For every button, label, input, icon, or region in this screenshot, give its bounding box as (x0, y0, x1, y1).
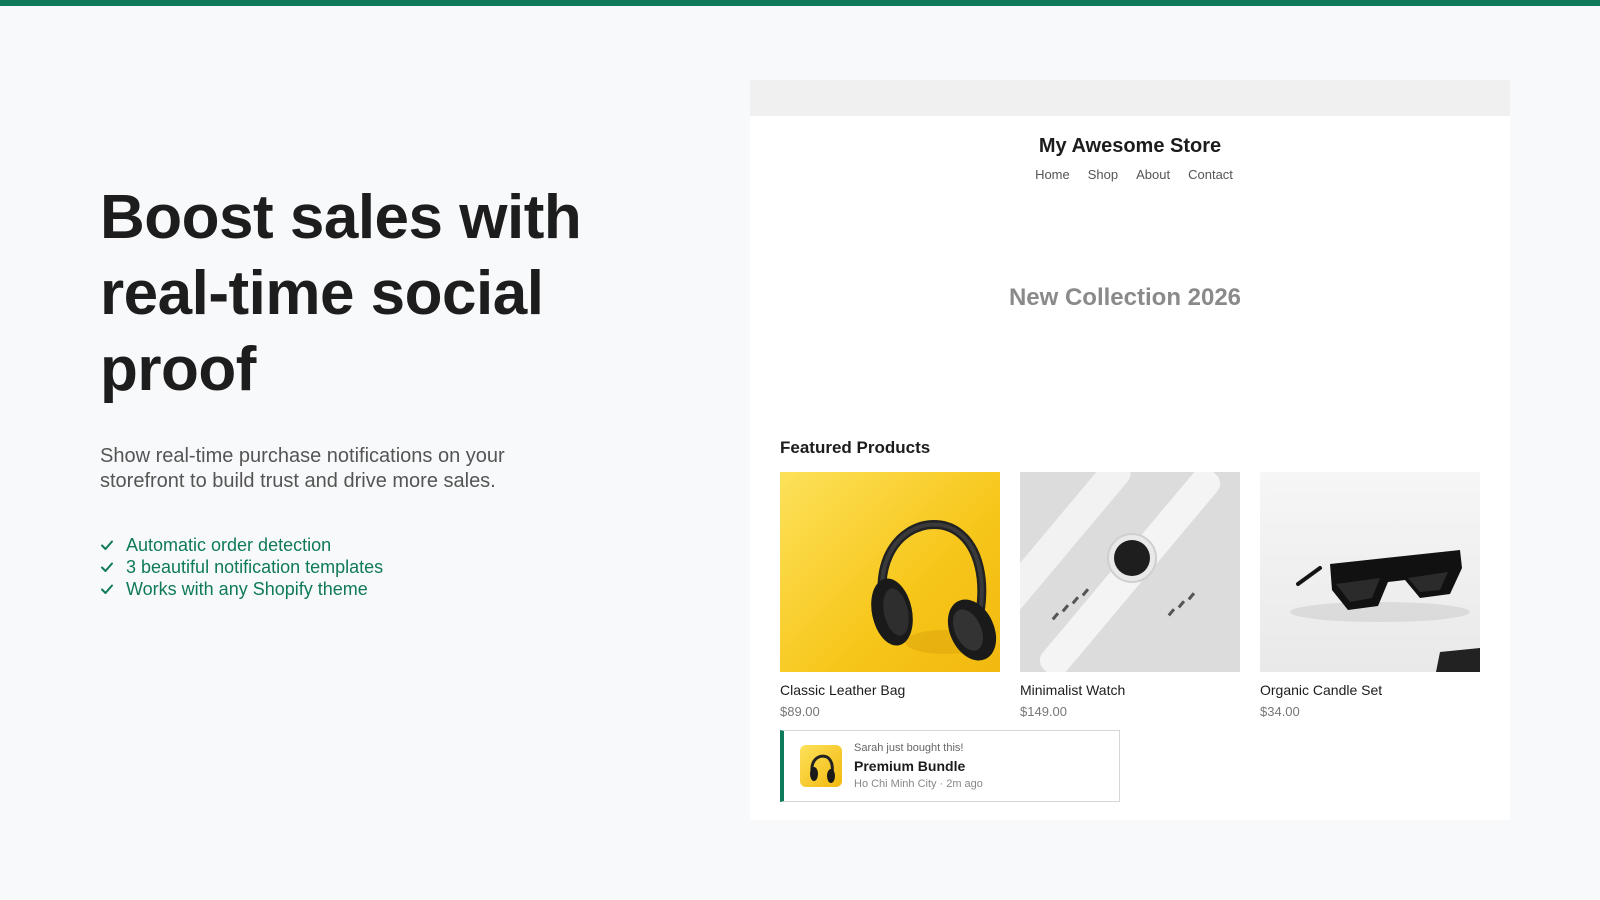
product-card[interactable]: Classic Leather Bag $89.00 (780, 472, 1000, 719)
product-price: $89.00 (780, 704, 820, 719)
feature-label: Automatic order detection (126, 535, 332, 555)
watch-image[interactable] (1020, 472, 1240, 672)
notification-separator: · (939, 778, 944, 790)
nav-link-shop[interactable]: Shop (1088, 167, 1118, 182)
nav-link-home[interactable]: Home (1035, 167, 1070, 182)
hero-section: Boost sales with real-time social proof … (100, 180, 660, 600)
headphones-icon (871, 520, 997, 661)
product-grid: Classic Leather Bag $89.00 Minimalist Wa… (780, 472, 1480, 719)
product-card[interactable]: Minimalist Watch $149.00 (1020, 472, 1240, 719)
hero-headline-line-2: real-time social (100, 259, 544, 328)
notification-product-thumbnail (800, 745, 842, 787)
notification-meta: Ho Chi Minh City · 2m ago (854, 778, 983, 790)
feature-item: Automatic order detection (100, 534, 660, 556)
notification-time: 2m ago (946, 778, 983, 790)
top-accent-bar (0, 0, 1600, 6)
nav-link-contact[interactable]: Contact (1188, 167, 1233, 182)
store-preview: My Awesome Store Home Shop About Contact… (750, 80, 1510, 820)
notification-text: Sarah just bought this! Premium Bundle H… (854, 742, 983, 790)
browser-chrome-bar (750, 80, 1510, 116)
product-name[interactable]: Organic Candle Set (1260, 682, 1480, 698)
product-name[interactable]: Minimalist Watch (1020, 682, 1240, 698)
store-nav: Home Shop About Contact (750, 167, 1510, 182)
featured-products-heading: Featured Products (780, 438, 931, 457)
product-price: $149.00 (1020, 704, 1067, 719)
notification-headline: Sarah just bought this! (854, 742, 964, 754)
feature-item: 3 beautiful notification templates (100, 556, 660, 578)
notification-product-name: Premium Bundle (854, 758, 966, 774)
check-icon (101, 562, 113, 572)
headphones-image[interactable] (780, 472, 1000, 672)
check-icon (101, 584, 113, 594)
check-icon (101, 540, 113, 550)
hero-subtitle: Show real-time purchase notifications on… (100, 445, 505, 492)
sunglasses-image[interactable] (1260, 472, 1480, 672)
notification-location: Ho Chi Minh City (854, 778, 937, 790)
product-name[interactable]: Classic Leather Bag (780, 682, 1000, 698)
sunglasses-icon (1290, 550, 1480, 672)
feature-label: Works with any Shopify theme (126, 579, 368, 599)
collection-banner-title: New Collection 2026 (1008, 284, 1242, 311)
watch-icon (1020, 472, 1221, 672)
product-price: $34.00 (1260, 704, 1300, 719)
hero-headline: Boost sales with real-time social proof (100, 180, 660, 408)
hero-headline-line-1: Boost sales with (100, 183, 582, 252)
store-title: My Awesome Store (1038, 135, 1222, 157)
hero-headline-line-3: proof (100, 335, 256, 404)
feature-item: Works with any Shopify theme (100, 578, 660, 600)
product-card[interactable]: Organic Candle Set $34.00 (1260, 472, 1480, 719)
feature-list: Automatic order detection 3 beautiful no… (100, 534, 660, 600)
headphones-icon (810, 754, 835, 783)
feature-label: 3 beautiful notification templates (126, 557, 384, 577)
purchase-notification[interactable]: Sarah just bought this! Premium Bundle H… (780, 730, 1120, 802)
nav-link-about[interactable]: About (1136, 167, 1170, 182)
